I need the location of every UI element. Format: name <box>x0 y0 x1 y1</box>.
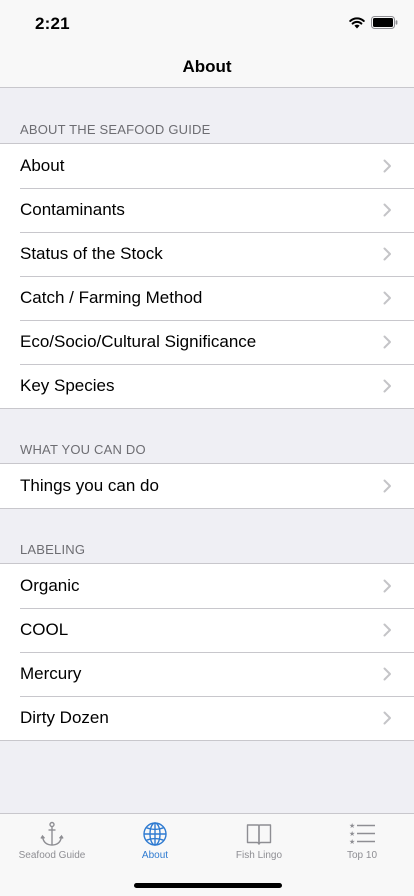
book-icon <box>246 824 272 845</box>
list-item-about[interactable]: About <box>0 144 414 188</box>
status-bar: 2:21 <box>0 0 414 44</box>
tab-fish-lingo[interactable]: Fish Lingo <box>207 820 311 861</box>
section-header-about-the-seafood-guide: ABOUT THE SEAFOOD GUIDE <box>20 122 211 137</box>
section-labeling: Organic COOL Mercury Dirty Dozen <box>0 563 414 741</box>
chevron-right-icon <box>383 479 391 493</box>
star-list-icon: ★ ★ ★ <box>349 822 375 846</box>
list-item-label: Eco/Socio/Cultural Significance <box>20 332 257 351</box>
chevron-right-icon <box>383 379 391 393</box>
svg-text:★: ★ <box>349 830 355 838</box>
tab-label: Top 10 <box>346 850 378 861</box>
list-item-label: About <box>20 156 65 175</box>
list-item-dirty-dozen[interactable]: Dirty Dozen <box>0 696 414 740</box>
list-item-cool[interactable]: COOL <box>0 608 414 652</box>
list-item-label: Things you can do <box>20 476 159 495</box>
screen: 2:21 About ABOUT THE SEAFOOD GUIDE About… <box>0 0 414 896</box>
section-about-the-seafood-guide: About Contaminants Status of the Stock C… <box>0 143 414 409</box>
list-item-label: Status of the Stock <box>20 244 163 263</box>
navigation-bar: About <box>0 44 414 88</box>
settings-table: ABOUT THE SEAFOOD GUIDE About Contaminan… <box>0 89 414 741</box>
tab-seafood-guide[interactable]: Seafood Guide <box>0 820 104 861</box>
list-item-mercury[interactable]: Mercury <box>0 652 414 696</box>
chevron-right-icon <box>383 335 391 349</box>
tab-about[interactable]: About <box>103 820 207 861</box>
list-item-label: Contaminants <box>20 200 125 219</box>
list-item-eco-socio-cultural-significance[interactable]: Eco/Socio/Cultural Significance <box>0 320 414 364</box>
chevron-right-icon <box>383 291 391 305</box>
tab-label: About <box>141 850 169 861</box>
section-what-you-can-do: Things you can do <box>0 463 414 509</box>
wifi-icon <box>349 17 365 29</box>
list-item-label: Catch / Farming Method <box>20 288 203 307</box>
chevron-right-icon <box>383 159 391 173</box>
list-item-catch-farming-method[interactable]: Catch / Farming Method <box>0 276 414 320</box>
list-item-contaminants[interactable]: Contaminants <box>0 188 414 232</box>
svg-text:★: ★ <box>349 838 355 846</box>
chevron-right-icon <box>383 667 391 681</box>
chevron-right-icon <box>383 203 391 217</box>
list-item-label: Mercury <box>20 664 82 683</box>
globe-icon <box>143 822 167 846</box>
list-item-key-species[interactable]: Key Species <box>0 364 414 408</box>
section-header-labeling: LABELING <box>20 542 86 557</box>
tab-label: Seafood Guide <box>18 850 86 861</box>
status-time: 2:21 <box>35 14 70 33</box>
list-item-label: COOL <box>20 620 69 639</box>
battery-icon <box>371 16 398 29</box>
home-indicator[interactable] <box>134 883 282 888</box>
chevron-right-icon <box>383 623 391 637</box>
chevron-right-icon <box>383 711 391 725</box>
list-item-label: Organic <box>20 576 80 595</box>
chevron-right-icon <box>383 247 391 261</box>
chevron-right-icon <box>383 579 391 593</box>
svg-text:★: ★ <box>349 822 355 830</box>
list-item-things-you-can-do[interactable]: Things you can do <box>0 464 414 508</box>
tab-top-10[interactable]: ★ ★ ★ Top 10 <box>310 820 414 861</box>
tab-label: Fish Lingo <box>235 850 283 861</box>
list-item-status-of-the-stock[interactable]: Status of the Stock <box>0 232 414 276</box>
section-header-what-you-can-do: WHAT YOU CAN DO <box>20 442 146 457</box>
page-title: About <box>182 57 232 76</box>
list-item-label: Key Species <box>20 376 115 395</box>
list-item-organic[interactable]: Organic <box>0 564 414 608</box>
anchor-icon <box>40 821 64 846</box>
list-item-label: Dirty Dozen <box>20 708 109 727</box>
